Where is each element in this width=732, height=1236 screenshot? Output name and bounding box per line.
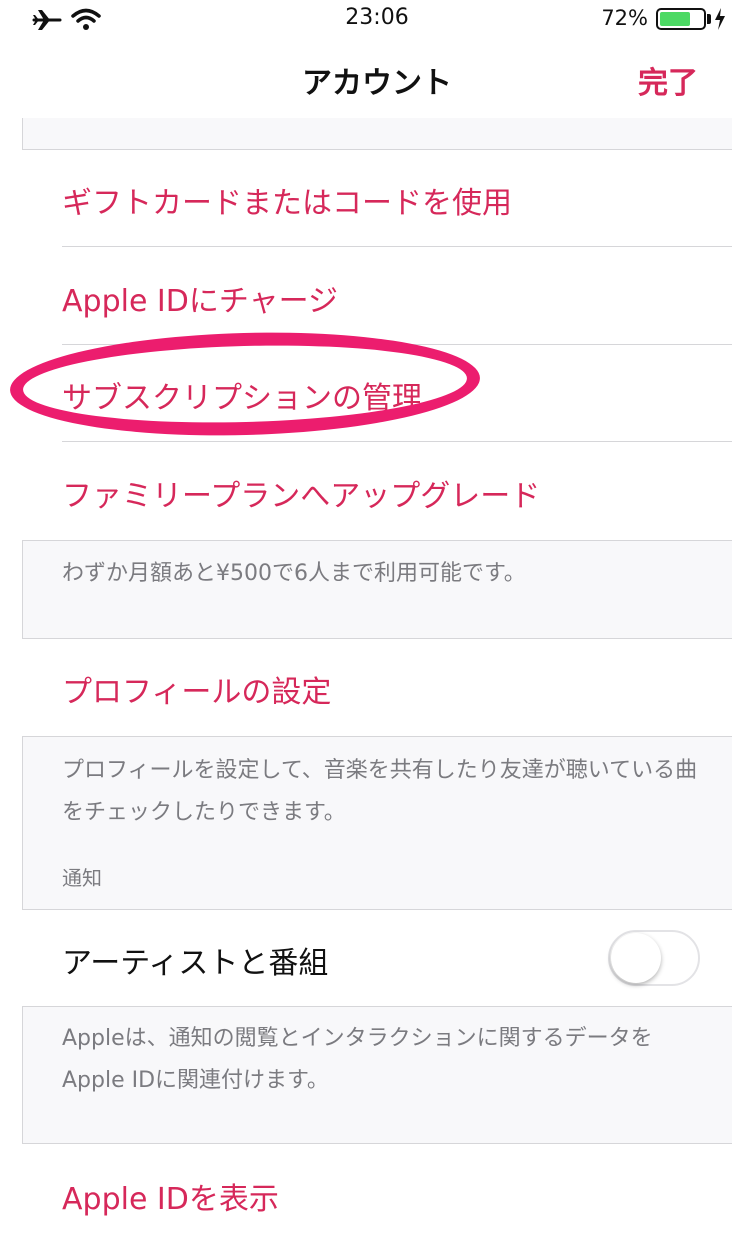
divider — [22, 1006, 732, 1007]
done-button[interactable]: 完了 — [638, 58, 698, 102]
navigation-bar: アカウント 完了 — [22, 40, 732, 118]
view-apple-id-row[interactable]: Apple IDを表示 — [22, 1144, 732, 1236]
divider — [22, 540, 732, 541]
account-actions-group: ギフトカードまたはコードを使用 Apple IDにチャージ サブスクリプションの… — [22, 150, 732, 540]
artists-shows-label: アーティストと番組 — [62, 946, 329, 981]
artists-shows-row: アーティストと番組 — [22, 910, 732, 1006]
family-footer-text: わずか月額あと¥500で6人まで利用可能です。 — [62, 561, 526, 586]
family-upgrade-row[interactable]: ファミリープランへアップグレード — [22, 442, 732, 540]
artists-shows-toggle[interactable] — [608, 930, 700, 986]
view-apple-id-label: Apple IDを表示 — [62, 1182, 279, 1217]
notifications-section-header: 通知 — [62, 866, 102, 890]
profile-setup-label: プロフィールの設定 — [62, 675, 332, 710]
profile-footer-text: プロフィールを設定して、音楽を共有したり友達が聴いている曲をチェックしたりできま… — [62, 758, 698, 825]
gift-card-label: ギフトカードまたはコードを使用 — [62, 186, 512, 221]
app-screen: 23:06 72% アカウント 完了 ギフトカードまたはコードを使用 Apple… — [8, 0, 732, 1236]
family-upgrade-label: ファミリープランへアップグレード — [62, 479, 541, 514]
battery-fill — [660, 12, 690, 26]
battery-icon — [656, 8, 706, 30]
page-title: アカウント — [302, 66, 452, 101]
add-funds-label: Apple IDにチャージ — [62, 284, 338, 319]
add-funds-row[interactable]: Apple IDにチャージ — [22, 247, 732, 345]
gift-card-row[interactable]: ギフトカードまたはコードを使用 — [22, 150, 732, 247]
notifications-footer-text: Appleは、通知の閲覧とインタラクションに関するデータをApple IDに関連… — [62, 1026, 653, 1093]
charging-bolt-icon — [715, 8, 725, 30]
manage-subscriptions-label: サブスクリプションの管理 — [62, 381, 422, 416]
battery-tip — [707, 14, 711, 24]
toggle-knob — [611, 933, 661, 983]
profile-setup-row[interactable]: プロフィールの設定 — [22, 639, 732, 736]
status-bar: 23:06 72% — [22, 0, 732, 40]
manage-subscriptions-row[interactable]: サブスクリプションの管理 — [22, 345, 732, 442]
battery-percent: 72% — [601, 6, 648, 30]
divider — [22, 736, 732, 737]
